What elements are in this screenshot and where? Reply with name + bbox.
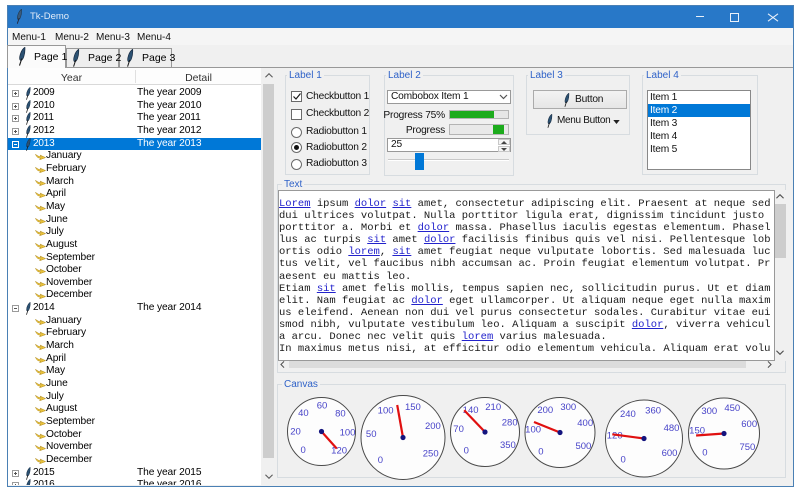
svg-text:500: 500	[575, 441, 591, 452]
svg-text:0: 0	[378, 455, 383, 466]
svg-text:480: 480	[664, 423, 680, 434]
svg-text:240: 240	[620, 409, 636, 420]
svg-text:0: 0	[538, 447, 543, 458]
svg-text:600: 600	[662, 448, 678, 459]
svg-text:50: 50	[366, 429, 377, 440]
svg-text:100: 100	[378, 406, 394, 417]
svg-text:350: 350	[500, 440, 516, 451]
svg-text:0: 0	[620, 454, 625, 465]
svg-text:280: 280	[502, 418, 518, 429]
svg-text:100: 100	[340, 427, 356, 438]
svg-text:600: 600	[741, 419, 757, 430]
svg-text:750: 750	[739, 442, 755, 453]
svg-text:300: 300	[701, 406, 717, 417]
svg-text:20: 20	[290, 426, 301, 437]
svg-text:300: 300	[560, 402, 576, 413]
svg-text:200: 200	[537, 405, 553, 416]
svg-text:210: 210	[485, 402, 501, 413]
svg-text:200: 200	[425, 421, 441, 432]
svg-text:100: 100	[525, 425, 541, 436]
svg-text:360: 360	[645, 405, 661, 416]
svg-text:450: 450	[724, 403, 740, 414]
svg-text:0: 0	[702, 448, 707, 459]
svg-text:40: 40	[298, 408, 309, 419]
svg-text:400: 400	[577, 418, 593, 429]
svg-text:70: 70	[453, 424, 464, 435]
svg-text:250: 250	[423, 449, 439, 460]
svg-text:150: 150	[405, 402, 421, 413]
svg-text:120: 120	[331, 446, 347, 457]
svg-text:60: 60	[317, 401, 328, 412]
svg-text:0: 0	[300, 445, 305, 456]
svg-text:0: 0	[464, 446, 469, 457]
svg-text:80: 80	[335, 409, 346, 420]
